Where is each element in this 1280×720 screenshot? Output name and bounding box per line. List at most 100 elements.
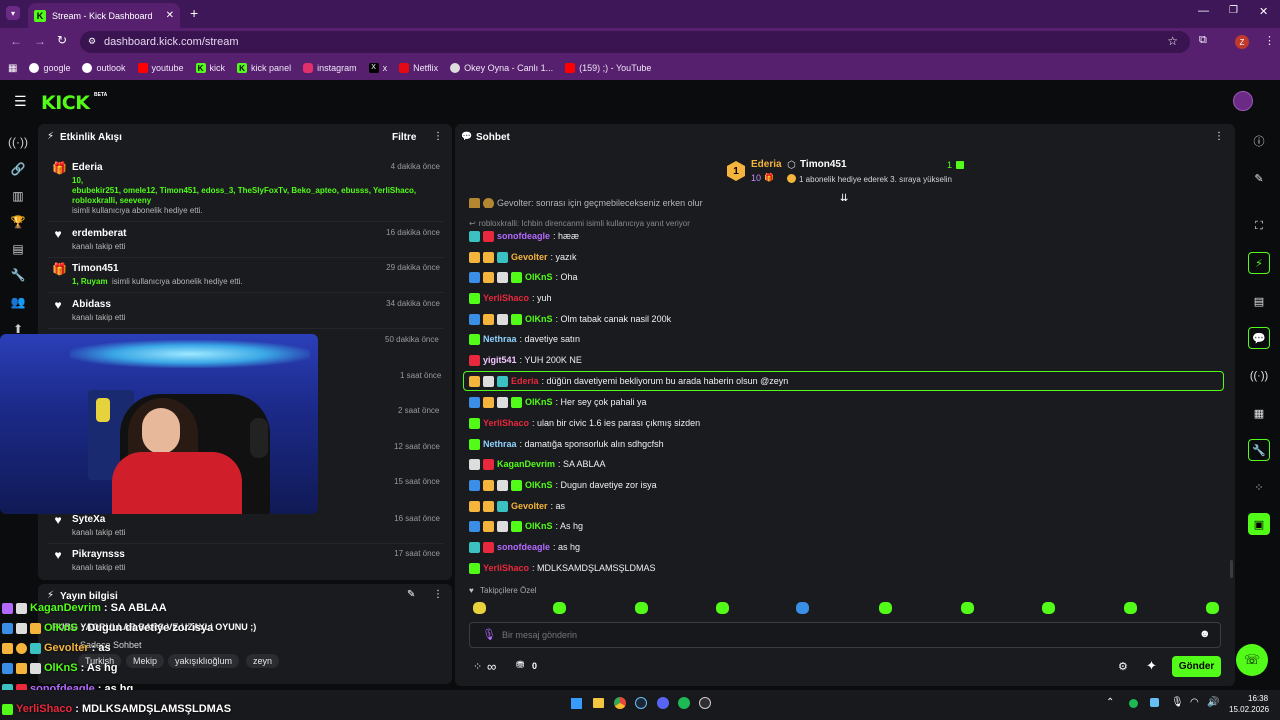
chat-username[interactable]: sonofdeagle <box>497 542 550 552</box>
chat-username[interactable]: OlKnS <box>525 521 553 531</box>
edit-pencil-icon[interactable]: ✎ <box>1248 167 1270 189</box>
chat-menu-icon[interactable]: ⋮ <box>1214 131 1224 142</box>
chat-scrollbar[interactable] <box>1230 560 1233 578</box>
notes-icon[interactable]: ▤ <box>1248 290 1270 312</box>
video-library-icon[interactable]: ▤ <box>8 239 28 259</box>
bookmark-google[interactable]: google <box>29 63 70 73</box>
bookmark-star-icon[interactable]: ☆ <box>1167 34 1178 48</box>
activity-menu-icon[interactable]: ⋮ <box>433 131 443 142</box>
bookmark-okey[interactable]: Okey Oyna - Canlı 1... <box>450 63 553 73</box>
tag-yakisikli[interactable]: yakışıklıoğlum <box>168 654 240 668</box>
tray-app-icon[interactable] <box>1150 698 1159 707</box>
profile-avatar[interactable]: Z <box>1235 35 1249 49</box>
tab-list-button[interactable]: ▾ <box>6 6 20 20</box>
reload-icon[interactable]: ↻ <box>57 33 67 47</box>
clock-date[interactable]: 15.02.2026 <box>1229 705 1269 714</box>
support-chat-button[interactable]: ☏ <box>1236 644 1268 676</box>
chat-username[interactable]: Nethraa <box>483 334 517 344</box>
emote-icon[interactable] <box>553 602 566 614</box>
hamburger-menu-icon[interactable]: ☰ <box>14 93 27 110</box>
restore-window-button[interactable]: ❐ <box>1229 5 1238 16</box>
chat-username[interactable]: KaganDevrim <box>497 459 555 469</box>
chat-username[interactable]: YerliShaco <box>483 563 529 573</box>
tray-chevron-icon[interactable]: ⌃ <box>1106 697 1114 708</box>
apps-grid-icon[interactable]: ▦ <box>8 63 17 74</box>
chat-username[interactable]: yigit541 <box>483 355 517 365</box>
link-icon[interactable]: 🔗 <box>8 159 28 179</box>
back-icon[interactable]: ← <box>10 34 22 48</box>
send-button[interactable]: Gönder <box>1172 656 1221 677</box>
file-explorer-icon[interactable] <box>593 698 604 708</box>
emote-icon[interactable] <box>473 602 486 614</box>
close-tab-icon[interactable]: ✕ <box>166 10 174 21</box>
chat-username[interactable]: OlKnS <box>525 314 553 324</box>
emote-icon[interactable] <box>716 602 729 614</box>
layers-icon[interactable]: ▦ <box>1248 402 1270 424</box>
user-avatar[interactable] <box>1233 91 1253 111</box>
people-icon[interactable]: ⁘ <box>473 660 482 673</box>
stream-info-menu-icon[interactable]: ⋮ <box>433 589 443 600</box>
new-tab-button[interactable]: + <box>190 5 198 21</box>
browser-tab[interactable]: K Stream - Kick Dashboard ✕ <box>28 3 180 28</box>
clock-time[interactable]: 16:38 <box>1248 694 1268 703</box>
bookmark-outlook[interactable]: outlook <box>82 63 126 73</box>
broadcast-icon[interactable]: ((·)) <box>1248 365 1270 387</box>
second-name[interactable]: Timon451 <box>800 159 847 170</box>
emote-icon[interactable] <box>879 602 892 614</box>
activity-username[interactable]: Ederia <box>72 162 103 173</box>
activity-username[interactable]: Timon451 <box>72 263 119 274</box>
chrome-icon[interactable] <box>614 697 626 709</box>
chat-username[interactable]: OlKnS <box>525 272 553 282</box>
emoji-picker-icon[interactable]: ☻ <box>1199 628 1211 640</box>
activity-username[interactable]: Abidass <box>72 299 111 310</box>
chat-username[interactable]: YerliShaco <box>483 293 529 303</box>
browser-menu-icon[interactable]: ⋮ <box>1264 34 1275 47</box>
forward-icon[interactable]: → <box>34 34 46 48</box>
emote-icon[interactable] <box>961 602 974 614</box>
trophy-icon[interactable]: 🏆 <box>8 212 28 232</box>
start-windows-icon[interactable] <box>571 698 582 709</box>
info-icon[interactable]: ⓘ <box>1248 130 1270 152</box>
bookmark-instagram[interactable]: instagram <box>303 63 357 73</box>
bookmark-kick[interactable]: Kkick <box>195 63 225 73</box>
bookmark-kick-panel[interactable]: Kkick panel <box>237 63 291 73</box>
analytics-icon[interactable]: ▥ <box>8 186 28 206</box>
chat-username[interactable]: Gevolter <box>511 501 548 511</box>
filter-button[interactable]: Filtre <box>392 132 416 143</box>
chat-username[interactable]: sonofdeagle <box>497 231 550 241</box>
chat-username[interactable]: Gevolter <box>511 252 548 262</box>
microphone-icon[interactable]: 🎙 <box>482 628 496 641</box>
wifi-icon[interactable]: ◠ <box>1190 697 1199 708</box>
emote-icon[interactable] <box>635 602 648 614</box>
chat-username[interactable]: Nethraa <box>483 439 517 449</box>
settings-wrench-icon[interactable]: 🔧 <box>8 265 28 285</box>
tag-mekip[interactable]: Mekip <box>126 654 165 668</box>
kick-logo[interactable]: KICK <box>41 92 90 114</box>
add-panel-icon[interactable]: ▣ <box>1248 513 1270 535</box>
activity-username[interactable]: SyteXa <box>72 514 105 525</box>
activity-username[interactable]: erdemberat <box>72 228 126 239</box>
spotify-icon[interactable] <box>678 697 690 709</box>
emote-icon[interactable] <box>1042 602 1055 614</box>
lightning-panel-icon[interactable]: ⚡ <box>1248 252 1270 274</box>
quick-emote-icon[interactable]: ✦ <box>1146 658 1157 674</box>
activity-username[interactable]: Pikraynsss <box>72 549 125 560</box>
minimize-window-button[interactable]: — <box>1198 5 1209 17</box>
collapse-chevron-icon[interactable]: ⇊ <box>840 193 848 204</box>
chat-input-box[interactable]: 🎙 ☻ <box>469 622 1221 648</box>
points-icon[interactable]: ⛃ <box>516 660 524 671</box>
chat-panel-icon[interactable]: 💬 <box>1248 327 1270 349</box>
tag-zeyn[interactable]: zeyn <box>246 654 280 668</box>
address-bar[interactable]: ⚙ dashboard.kick.com/stream ☆ <box>80 31 1190 53</box>
chat-username[interactable]: OlKnS <box>525 397 553 407</box>
microphone-tray-icon[interactable]: 🎙 <box>1171 697 1184 708</box>
bookmark-netflix[interactable]: Netflix <box>399 63 438 73</box>
chat-username[interactable]: YerliShaco <box>483 418 529 428</box>
chat-message-input[interactable] <box>502 627 1182 643</box>
community-icon[interactable]: 👥 <box>8 292 28 312</box>
emote-icon[interactable] <box>1206 602 1219 614</box>
chat-settings-icon[interactable]: ⚙ <box>1118 660 1128 673</box>
close-window-button[interactable]: ✕ <box>1259 5 1268 18</box>
users-icon[interactable]: ⁘ <box>1248 476 1270 498</box>
chat-username[interactable]: OlKnS <box>525 480 553 490</box>
